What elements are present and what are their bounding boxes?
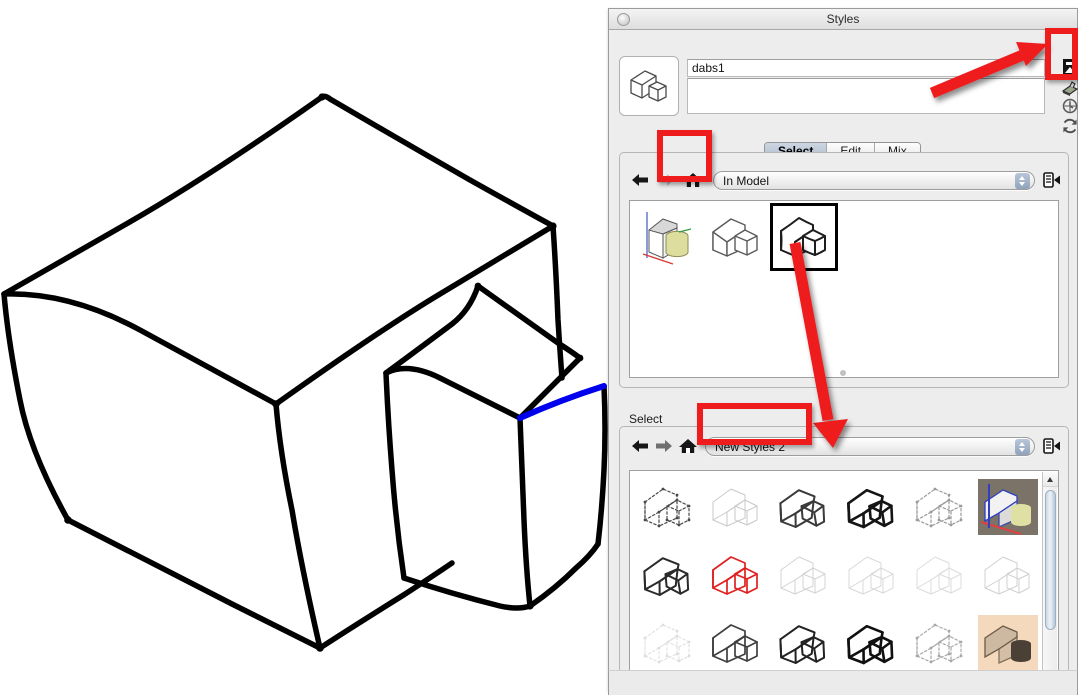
- style-tile[interactable]: [906, 609, 974, 677]
- style-preview-icon: [630, 70, 667, 102]
- details-menu-icon[interactable]: [1039, 436, 1061, 456]
- in-model-collection-dropdown[interactable]: In Model: [713, 171, 1035, 190]
- panel-resize-grip[interactable]: [840, 370, 846, 376]
- in-model-collection-value: In Model: [723, 174, 770, 188]
- style-thumbnail-sketchy: [780, 217, 826, 257]
- styles-palette-window: Styles dabs1 Select Edit Mix In Model Se…: [608, 8, 1078, 694]
- clock-history-icon: [1062, 98, 1078, 114]
- in-model-style-3[interactable]: [770, 203, 838, 271]
- style-tile[interactable]: [702, 609, 770, 677]
- back-arrow-icon[interactable]: [629, 436, 651, 456]
- home-icon[interactable]: [682, 170, 704, 190]
- scroll-up-arrow-icon[interactable]: [1043, 472, 1058, 487]
- style-tile[interactable]: [634, 609, 702, 677]
- in-model-style-1[interactable]: [634, 203, 702, 271]
- refresh-update-icon: [1063, 118, 1077, 134]
- select-section-label: Select: [629, 412, 663, 426]
- library-collection-value: New Styles 2: [715, 440, 786, 454]
- style-tile[interactable]: [974, 473, 1042, 541]
- style-preview-thumbnail[interactable]: [619, 56, 679, 116]
- library-vertical-scrollbar[interactable]: [1042, 472, 1058, 684]
- library-style-row: [634, 609, 1042, 677]
- style-tile[interactable]: [702, 541, 770, 609]
- home-icon[interactable]: [677, 436, 699, 456]
- style-tile[interactable]: [634, 473, 702, 541]
- style-tile[interactable]: [838, 473, 906, 541]
- modeling-canvas[interactable]: [0, 0, 608, 695]
- library-style-row: [634, 473, 1042, 541]
- sketchy-box-model: [1, 93, 608, 652]
- in-model-thumbnail-pane[interactable]: [629, 200, 1059, 378]
- forward-arrow-icon[interactable]: [653, 436, 675, 456]
- in-model-navbar: In Model: [629, 170, 1061, 192]
- style-tile[interactable]: [906, 473, 974, 541]
- style-history-button[interactable]: [1059, 96, 1078, 116]
- create-new-style-button[interactable]: [1059, 58, 1078, 78]
- window-bottom-strip: [608, 670, 1078, 695]
- library-style-grid: [634, 473, 1042, 684]
- style-thumbnail-plain: [712, 218, 758, 257]
- paint-sample-icon: [1061, 81, 1078, 96]
- style-header: dabs1: [619, 56, 1078, 134]
- style-action-buttons: [1057, 56, 1078, 138]
- window-title: Styles: [826, 12, 860, 26]
- back-arrow-icon[interactable]: [629, 170, 651, 190]
- scrollbar-thumb[interactable]: [1045, 490, 1056, 630]
- style-tile[interactable]: [838, 541, 906, 609]
- library-navbar: New Styles 2: [629, 436, 1061, 458]
- in-model-style-2[interactable]: [702, 203, 770, 271]
- library-thumbnail-pane[interactable]: [629, 470, 1059, 685]
- style-tile[interactable]: [906, 541, 974, 609]
- window-body: dabs1 Select Edit Mix In Model Select Ne…: [609, 30, 1078, 694]
- library-collection-dropdown[interactable]: New Styles 2: [705, 437, 1035, 456]
- update-style-button[interactable]: [1059, 116, 1078, 136]
- chevron-updown-icon: [1015, 173, 1030, 189]
- style-tile[interactable]: [770, 541, 838, 609]
- style-tile[interactable]: [634, 541, 702, 609]
- style-name-input[interactable]: dabs1: [687, 59, 1045, 77]
- style-tile[interactable]: [770, 473, 838, 541]
- sample-paint-button[interactable]: [1059, 78, 1078, 98]
- chevron-updown-icon: [1015, 439, 1030, 455]
- style-description-input[interactable]: [687, 78, 1045, 114]
- style-tile[interactable]: [770, 609, 838, 677]
- details-menu-icon[interactable]: [1039, 170, 1061, 190]
- style-thumbnail-axes-color: [642, 212, 692, 265]
- library-style-row: [634, 541, 1042, 609]
- style-tile[interactable]: [974, 609, 1042, 677]
- window-titlebar[interactable]: Styles: [609, 9, 1077, 30]
- create-style-icon: [1063, 59, 1077, 76]
- style-tile[interactable]: [838, 609, 906, 677]
- style-tile[interactable]: [702, 473, 770, 541]
- style-tile[interactable]: [974, 541, 1042, 609]
- forward-arrow-icon: [655, 170, 677, 190]
